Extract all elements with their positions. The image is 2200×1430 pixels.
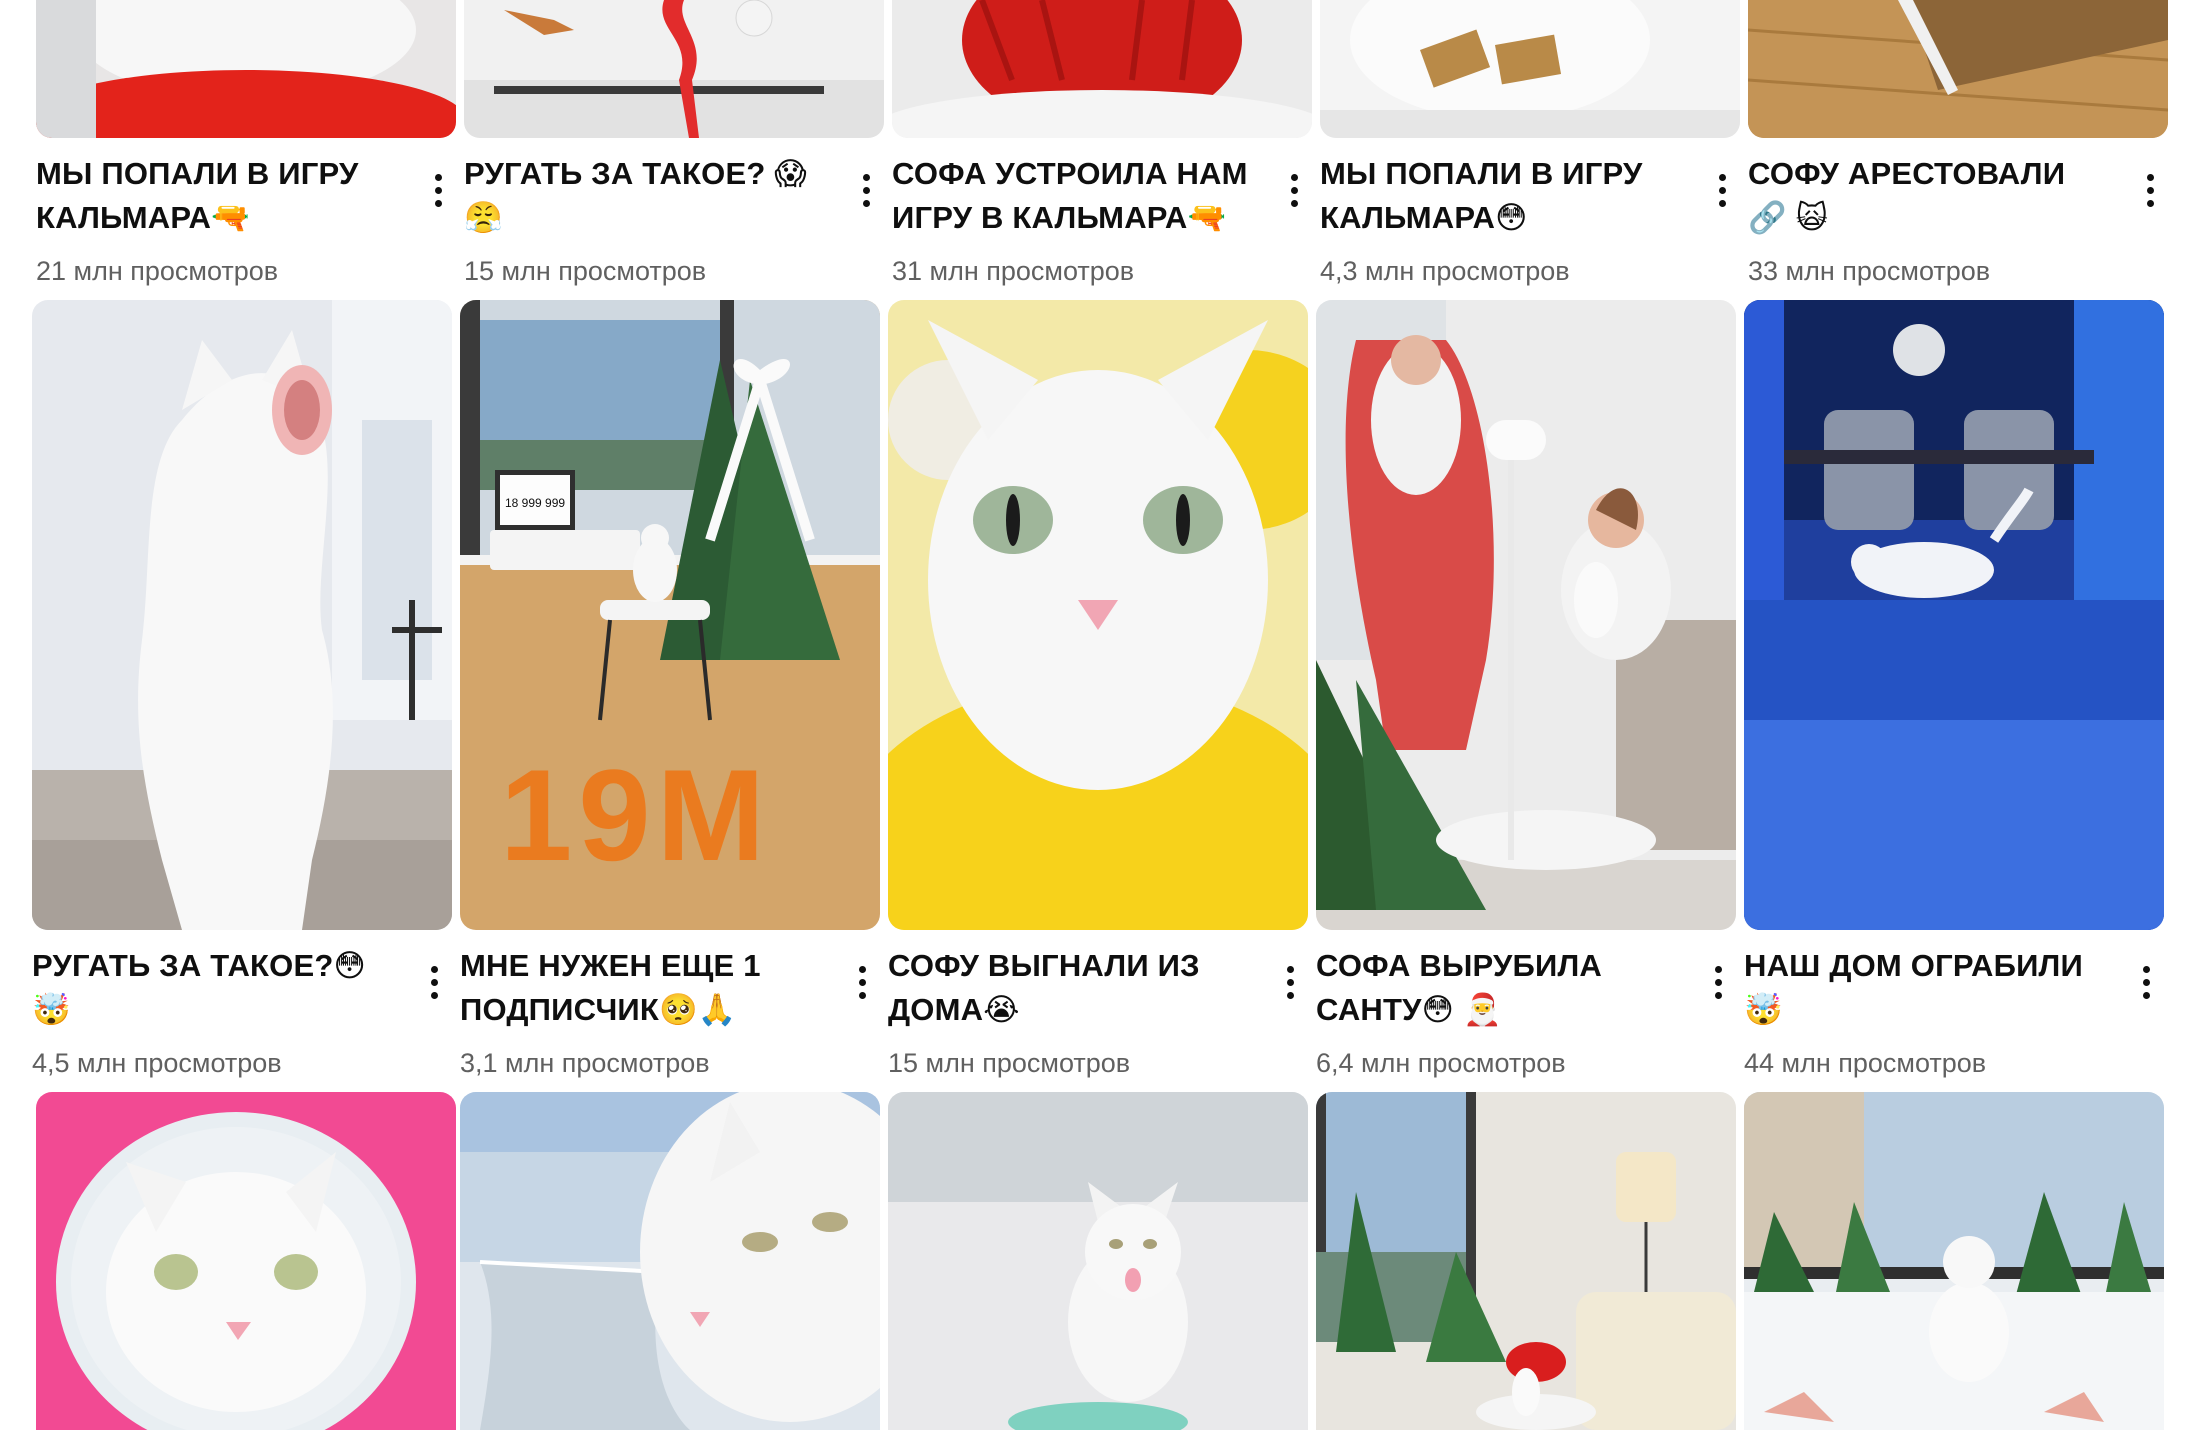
short-thumbnail[interactable]: 18 999 999 19M — [460, 300, 880, 930]
short-title[interactable]: МЫ ПОПАЛИ В ИГРУ КАЛЬМАРА🔫 — [36, 152, 396, 240]
more-vert-icon[interactable] — [848, 166, 884, 214]
more-vert-icon[interactable] — [2132, 166, 2168, 214]
shorts-grid: МЫ ПОПАЛИ В ИГРУ КАЛЬМАРА🔫 21 млн просмо… — [0, 0, 2200, 1430]
short-title[interactable]: НАШ ДОМ ОГРАБИЛИ 🤯 — [1744, 944, 2104, 1032]
view-count: 15 млн просмотров — [888, 1048, 1131, 1078]
laptop-counter-text: 18 999 999 — [505, 496, 565, 510]
more-vert-icon[interactable] — [1272, 958, 1308, 1006]
short-thumbnail[interactable] — [1748, 0, 2168, 138]
short-thumbnail[interactable] — [464, 0, 884, 138]
short-thumbnail[interactable] — [1316, 300, 1736, 930]
more-vert-icon[interactable] — [844, 958, 880, 1006]
short-title[interactable]: СОФУ АРЕСТОВАЛИ 🔗 🙀 — [1748, 152, 2108, 240]
view-count: 33 млн просмотров — [1748, 256, 1991, 286]
short-title[interactable]: СОФУ ВЫГНАЛИ ИЗ ДОМА😭 — [888, 944, 1248, 1032]
floor-letters-text: 19M — [500, 742, 771, 888]
short-thumbnail[interactable] — [1744, 300, 2164, 930]
view-count: 21 млн просмотров — [36, 256, 279, 286]
more-vert-icon[interactable] — [420, 166, 456, 214]
short-thumbnail[interactable] — [460, 1092, 880, 1430]
short-title[interactable]: СОФА ВЫРУБИЛА САНТУ😳 🎅 — [1316, 944, 1676, 1032]
more-vert-icon[interactable] — [2128, 958, 2164, 1006]
view-count: 15 млн просмотров — [464, 256, 707, 286]
view-count: 3,1 млн просмотров — [460, 1048, 710, 1078]
more-vert-icon[interactable] — [1700, 958, 1736, 1006]
short-thumbnail[interactable] — [1320, 0, 1740, 138]
view-count: 44 млн просмотров — [1744, 1048, 1987, 1078]
view-count: 4,3 млн просмотров — [1320, 256, 1570, 286]
more-vert-icon[interactable] — [1276, 166, 1312, 214]
short-thumbnail[interactable] — [36, 0, 456, 138]
short-title[interactable]: МЫ ПОПАЛИ В ИГРУ КАЛЬМАРА😳 — [1320, 152, 1680, 240]
short-thumbnail[interactable] — [1316, 1092, 1736, 1430]
short-title[interactable]: МНЕ НУЖЕН ЕЩЕ 1 ПОДПИСЧИК🥺🙏 — [460, 944, 820, 1032]
short-thumbnail[interactable] — [892, 0, 1312, 138]
short-title[interactable]: РУГАТЬ ЗА ТАКОЕ?😳 🤯 — [32, 944, 392, 1032]
short-thumbnail[interactable] — [32, 300, 452, 930]
short-thumbnail[interactable] — [36, 1092, 456, 1430]
more-vert-icon[interactable] — [1704, 166, 1740, 214]
short-thumbnail[interactable] — [888, 300, 1308, 930]
short-title[interactable]: СОФА УСТРОИЛА НАМ ИГРУ В КАЛЬМАРА🔫 — [892, 152, 1252, 240]
short-title[interactable]: РУГАТЬ ЗА ТАКОЕ? 😱 😤 — [464, 152, 824, 240]
view-count: 4,5 млн просмотров — [32, 1048, 282, 1078]
short-thumbnail[interactable] — [1744, 1092, 2164, 1430]
more-vert-icon[interactable] — [416, 958, 452, 1006]
view-count: 31 млн просмотров — [892, 256, 1135, 286]
view-count: 6,4 млн просмотров — [1316, 1048, 1566, 1078]
short-thumbnail[interactable] — [888, 1092, 1308, 1430]
